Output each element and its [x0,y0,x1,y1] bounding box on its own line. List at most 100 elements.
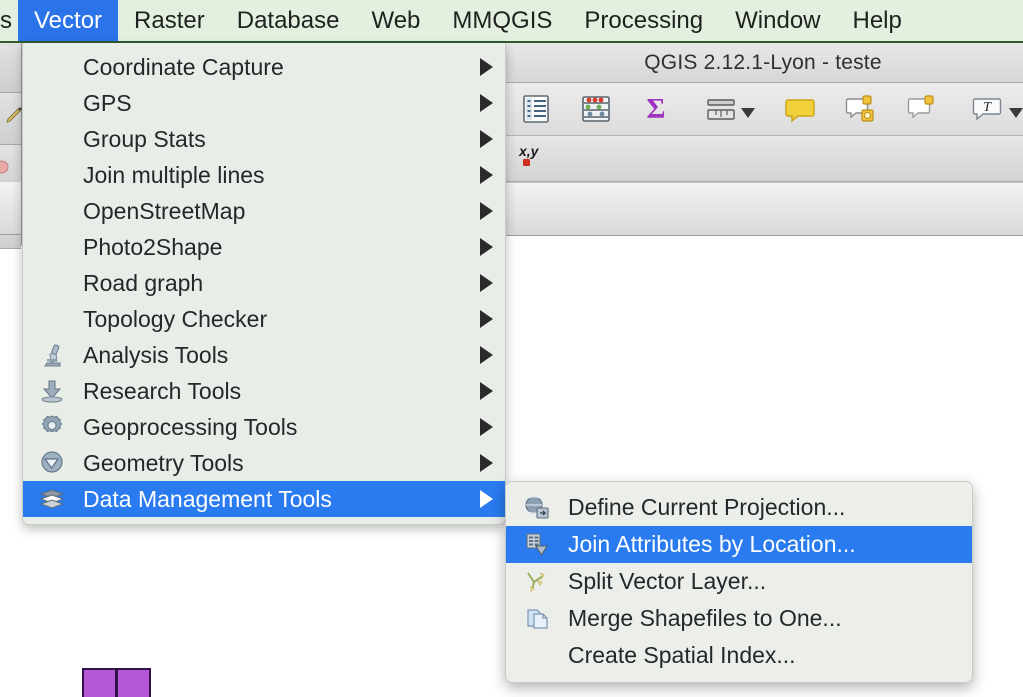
menubar-item-database[interactable]: Database [221,0,356,41]
menu-item-label: Group Stats [83,125,206,152]
new-annotation-icon [905,92,941,126]
pencil-icon [4,105,24,125]
menubar-item-web[interactable]: Web [355,0,436,41]
statistical-summary-button[interactable]: Σ [639,89,673,129]
join-attributes-icon [522,532,552,558]
menubar-item-help[interactable]: Help [837,0,918,41]
menu-item-analysis-tools[interactable]: Analysis Tools [23,337,505,373]
menubar-item-vector[interactable]: Vector [18,0,119,41]
globe-projection-icon [522,495,552,521]
geometry-icon [37,450,67,476]
menu-item-openstreetmap[interactable]: OpenStreetMap [23,193,505,229]
submenu-arrow-icon [480,238,493,256]
layers-icon [37,486,67,512]
menu-item-geometry-tools[interactable]: Geometry Tools [23,445,505,481]
submenu-item-label: Join Attributes by Location... [568,531,856,557]
field-calculator-button[interactable] [579,89,613,129]
submenu-arrow-icon [480,166,493,184]
menubar-item-window[interactable]: Window [719,0,836,41]
submenu-arrow-icon [480,454,493,472]
map-tips-button[interactable] [783,89,817,129]
menu-item-photo2shape[interactable]: Photo2Shape [23,229,505,265]
submenu-arrow-icon [480,130,493,148]
map-feature-polygon[interactable] [117,668,151,697]
chevron-down-icon[interactable] [1009,108,1023,118]
submenu-item-split-vector-layer[interactable]: Split Vector Layer... [506,563,972,600]
text-annotation-button[interactable]: T [971,89,1023,129]
submenu-arrow-icon [480,58,493,76]
data-management-tools-submenu: Define Current Projection... Join Attrib… [505,481,973,683]
menu-item-research-tools[interactable]: Research Tools [23,373,505,409]
coordinate-dot-icon [523,159,530,166]
submenu-item-label: Create Spatial Index... [568,642,796,668]
map-feature-group[interactable] [82,668,151,697]
new-annotation-locked-button[interactable] [843,89,879,129]
menu-item-gps[interactable]: GPS [23,85,505,121]
gear-icon [37,414,67,440]
menu-item-label: Research Tools [83,377,242,404]
menu-item-label: OpenStreetMap [83,197,246,224]
new-annotation-locked-icon [843,92,879,126]
menubar-item-clipped[interactable]: s [0,0,18,41]
submenu-item-create-spatial-index[interactable]: Create Spatial Index... [506,637,972,674]
submenu-item-label: Split Vector Layer... [568,568,767,594]
menu-item-join-multiple-lines[interactable]: Join multiple lines [23,157,505,193]
menu-item-label: GPS [83,89,132,116]
menu-item-data-management-tools[interactable]: Data Management Tools [23,481,505,517]
new-annotation-button[interactable] [905,89,941,129]
coordinate-capture-button[interactable]: x,y [519,144,545,172]
submenu-item-join-attributes-by-location[interactable]: Join Attributes by Location... [506,526,972,563]
field-calculator-icon [579,92,613,126]
menu-item-group-stats[interactable]: Group Stats [23,121,505,157]
menu-item-label: Road graph [83,269,204,296]
open-attribute-table-button[interactable] [519,89,553,129]
submenu-item-define-current-projection[interactable]: Define Current Projection... [506,489,972,526]
menu-item-label: Topology Checker [83,305,268,332]
submenu-item-merge-shapefiles-to-one[interactable]: Merge Shapefiles to One... [506,600,972,637]
left-toolbar-button-2[interactable] [0,93,24,145]
svg-text:T: T [983,100,992,115]
measure-line-icon [703,92,739,126]
submenu-arrow-icon [480,418,493,436]
vector-menu-dropdown: Coordinate Capture GPS Group Stats Join … [22,43,506,525]
menu-item-label: Coordinate Capture [83,53,284,80]
measure-line-button[interactable] [703,89,755,129]
menu-item-label: Photo2Shape [83,233,223,260]
window-titlebar: QGIS 2.12.1-Lyon - teste [503,43,1023,83]
menubar-item-raster[interactable]: Raster [118,0,221,41]
coordinate-capture-toolbar: x,y [503,136,1023,182]
text-annotation-icon: T [971,92,1007,126]
map-feature-polygon[interactable] [82,668,117,697]
menu-item-road-graph[interactable]: Road graph [23,265,505,301]
menubar: s Vector Raster Database Web MMQGIS Proc… [0,0,1023,43]
menu-item-coordinate-capture[interactable]: Coordinate Capture [23,49,505,85]
menu-item-geoprocessing-tools[interactable]: Geoprocessing Tools [23,409,505,445]
menu-item-label: Data Management Tools [83,485,332,512]
left-toolbar-strip [0,182,21,235]
submenu-item-label: Merge Shapefiles to One... [568,605,842,631]
open-attribute-table-icon [519,92,553,126]
download-arrow-icon [37,378,67,404]
left-toolbar-button-1[interactable] [0,41,21,93]
menu-item-label: Analysis Tools [83,341,229,368]
chevron-down-icon[interactable] [741,108,755,118]
menu-item-label: Join multiple lines [83,161,265,188]
merge-shapefiles-icon [522,606,552,632]
submenu-arrow-icon [480,274,493,292]
submenu-arrow-icon [480,346,493,364]
window-title: QGIS 2.12.1-Lyon - teste [644,50,882,74]
eraser-icon [0,157,16,177]
map-tips-icon [783,92,817,126]
menubar-item-mmqgis[interactable]: MMQGIS [436,0,568,41]
submenu-arrow-icon [480,202,493,220]
submenu-item-label: Define Current Projection... [568,494,846,520]
attributes-toolbar: Σ T [503,83,1023,136]
secondary-toolbar-strip [503,182,1023,236]
submenu-arrow-icon [480,94,493,112]
menu-item-label: Geometry Tools [83,449,244,476]
coordinate-label: x,y [519,143,539,159]
menubar-item-processing[interactable]: Processing [568,0,719,41]
menu-item-topology-checker[interactable]: Topology Checker [23,301,505,337]
microscope-icon [37,342,67,368]
svg-text:Σ: Σ [647,93,666,125]
